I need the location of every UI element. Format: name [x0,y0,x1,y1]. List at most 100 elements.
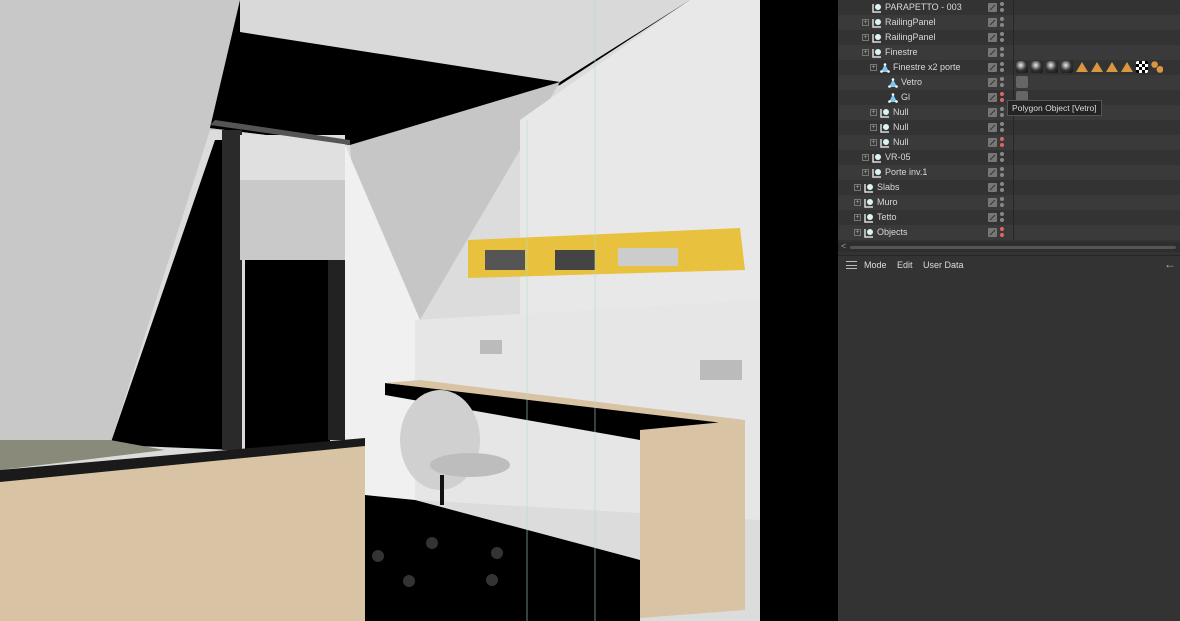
edit-render-toggle-icon[interactable] [988,48,997,57]
expand-toggle-icon[interactable]: + [854,229,861,236]
back-arrow-icon[interactable]: ← [1164,257,1176,271]
edit-render-toggle-icon[interactable] [988,63,997,72]
visibility-dots-icon[interactable] [1000,92,1004,103]
edit-render-toggle-icon[interactable] [988,138,997,147]
expand-toggle-icon[interactable]: + [870,139,877,146]
edit-render-toggle-icon[interactable] [988,108,997,117]
horizontal-scrollbar[interactable]: < [838,241,1180,252]
material-tag-icon[interactable] [1016,61,1028,73]
visibility-dots-icon[interactable] [1000,167,1004,178]
object-name[interactable]: Tetto [877,210,897,225]
material-tag-icon[interactable] [1046,61,1058,73]
null-object-icon [880,124,889,133]
object-name[interactable]: Porte inv.1 [885,165,927,180]
visibility-dots-icon[interactable] [1000,62,1004,73]
menu-user-data[interactable]: User Data [923,260,964,270]
object-row[interactable]: + Finestre [838,45,1180,60]
expand-toggle-icon[interactable]: + [862,19,869,26]
object-name[interactable]: RailingPanel [885,15,936,30]
object-row[interactable]: + RailingPanel [838,15,1180,30]
edit-render-toggle-icon[interactable] [988,228,997,237]
texture-tag-icon[interactable] [1016,76,1028,88]
visibility-dots-icon[interactable] [1000,152,1004,163]
object-row[interactable]: + Finestre x2 porte [838,60,1180,75]
visibility-dots-icon[interactable] [1000,77,1004,88]
expand-toggle-icon[interactable]: + [854,199,861,206]
edit-render-toggle-icon[interactable] [988,78,997,87]
object-name[interactable]: PARAPETTO - 003 [885,0,962,15]
object-row[interactable]: + Tetto [838,210,1180,225]
edit-render-toggle-icon[interactable] [988,33,997,42]
null-object-icon [872,49,881,58]
material-tag-icon[interactable] [1031,61,1043,73]
object-row[interactable]: + Porte inv.1 [838,165,1180,180]
visibility-dots-icon[interactable] [1000,2,1004,13]
object-name[interactable]: VR-05 [885,150,911,165]
object-name[interactable]: RailingPanel [885,30,936,45]
expand-toggle-icon[interactable]: + [862,34,869,41]
visibility-dots-icon[interactable] [1000,107,1004,118]
3d-viewport[interactable] [0,0,838,621]
phong-tag-icon[interactable] [1076,62,1088,72]
edit-render-toggle-icon[interactable] [988,183,997,192]
object-row[interactable]: + Null [838,135,1180,150]
object-name[interactable]: Null [893,135,909,150]
uvw-tag-icon[interactable] [1136,61,1148,73]
scroll-left-icon[interactable]: < [841,241,846,251]
object-name[interactable]: Null [893,120,909,135]
visibility-dots-icon[interactable] [1000,137,1004,148]
visibility-dots-icon[interactable] [1000,212,1004,223]
expand-toggle-icon[interactable]: + [870,109,877,116]
object-name[interactable]: Muro [877,195,898,210]
object-row[interactable]: + Muro [838,195,1180,210]
expand-toggle-icon[interactable]: + [870,124,877,131]
edit-render-toggle-icon[interactable] [988,93,997,102]
expand-toggle-icon[interactable]: + [870,64,877,71]
edit-render-toggle-icon[interactable] [988,18,997,27]
phong-tag-icon[interactable] [1106,62,1118,72]
phong-tag-icon[interactable] [1091,62,1103,72]
null-object-icon [864,229,873,238]
selection-tag-icon[interactable] [1151,61,1163,73]
object-row[interactable]: + VR-05 [838,150,1180,165]
object-name[interactable]: Objects [877,225,908,240]
object-row[interactable]: + RailingPanel [838,30,1180,45]
expand-toggle-icon[interactable]: + [862,49,869,56]
material-tag-icon[interactable] [1061,61,1073,73]
object-row[interactable]: + Objects [838,225,1180,240]
phong-tag-icon[interactable] [1121,62,1133,72]
expand-toggle-icon[interactable]: + [862,169,869,176]
null-object-icon [872,154,881,163]
object-name[interactable]: Finestre [885,45,918,60]
edit-render-toggle-icon[interactable] [988,3,997,12]
visibility-dots-icon[interactable] [1000,122,1004,133]
object-name[interactable]: Null [893,105,909,120]
edit-render-toggle-icon[interactable] [988,153,997,162]
scrollbar-thumb[interactable] [850,246,1176,249]
visibility-dots-icon[interactable] [1000,227,1004,238]
expand-toggle-icon[interactable]: + [854,184,861,191]
visibility-dots-icon[interactable] [1000,47,1004,58]
object-name[interactable]: Finestre x2 porte [893,60,961,75]
visibility-dots-icon[interactable] [1000,182,1004,193]
edit-render-toggle-icon[interactable] [988,213,997,222]
object-name[interactable]: Vetro [901,75,922,90]
object-row[interactable]: + Slabs [838,180,1180,195]
visibility-dots-icon[interactable] [1000,17,1004,28]
expand-toggle-icon[interactable]: + [854,214,861,221]
edit-render-toggle-icon[interactable] [988,168,997,177]
object-row[interactable]: + Null [838,120,1180,135]
hamburger-menu-icon[interactable] [846,261,857,269]
object-row[interactable]: Vetro [838,75,1180,90]
object-row[interactable]: PARAPETTO - 003 [838,0,1180,15]
menu-mode[interactable]: Mode [864,260,887,270]
edit-render-toggle-icon[interactable] [988,123,997,132]
object-name[interactable]: Gl [901,90,910,105]
null-object-icon [872,19,881,28]
edit-render-toggle-icon[interactable] [988,198,997,207]
menu-edit[interactable]: Edit [897,260,913,270]
visibility-dots-icon[interactable] [1000,32,1004,43]
expand-toggle-icon[interactable]: + [862,154,869,161]
visibility-dots-icon[interactable] [1000,197,1004,208]
object-name[interactable]: Slabs [877,180,900,195]
